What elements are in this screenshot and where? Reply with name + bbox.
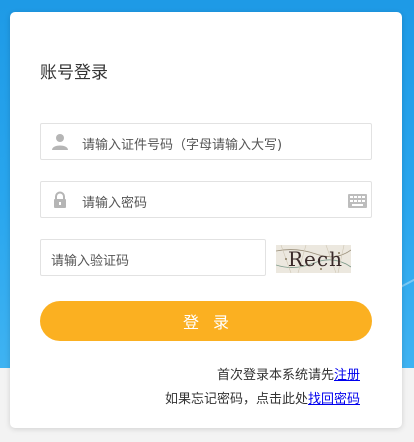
- register-link[interactable]: 注册: [334, 368, 360, 383]
- login-button[interactable]: 登录: [40, 301, 372, 341]
- keyboard-icon[interactable]: [348, 193, 367, 208]
- captcha-placeholder: 请输入验证码: [51, 254, 130, 269]
- captcha-image[interactable]: Rech: [276, 245, 351, 273]
- register-hint: 首次登录本系统请先注册: [217, 364, 360, 383]
- captcha-input[interactable]: 请输入验证码: [40, 239, 266, 276]
- password-input[interactable]: 请输入密码: [40, 181, 372, 218]
- register-hint-text: 首次登录本系统请先: [216, 368, 334, 383]
- id-number-placeholder: 请输入证件号码（字母请输入大写): [82, 138, 283, 153]
- user-icon: [51, 133, 69, 151]
- login-title: 账号登录: [40, 63, 108, 83]
- login-card: 账号登录 请输入证件号码（字母请输入大写) 请输入密码 请输入验证码 Rech …: [10, 12, 402, 428]
- forgot-password-link[interactable]: 找回密码: [308, 392, 360, 407]
- forgot-password-hint: 如果忘记密码，点击此处找回密码: [165, 388, 360, 407]
- password-placeholder: 请输入密码: [82, 196, 148, 211]
- lock-icon: [51, 191, 69, 209]
- forgot-password-hint-text: 如果忘记密码，点击此处: [164, 392, 308, 407]
- captcha-text: Rech: [288, 247, 343, 271]
- id-number-input[interactable]: 请输入证件号码（字母请输入大写): [40, 123, 372, 160]
